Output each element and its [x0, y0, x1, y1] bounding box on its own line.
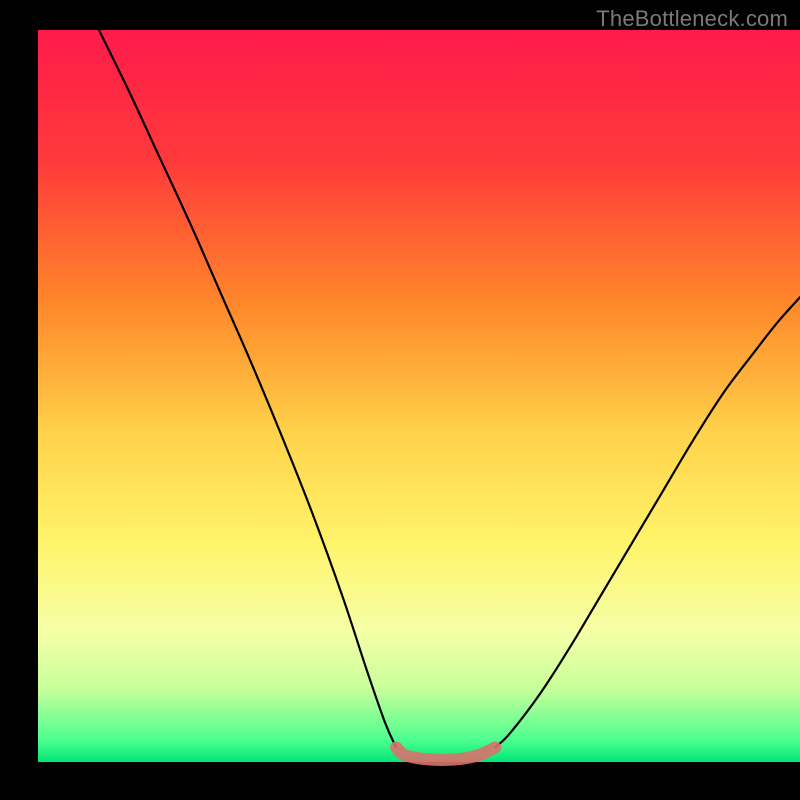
watermark-text: TheBottleneck.com	[596, 6, 788, 32]
bottleneck-chart	[0, 0, 800, 800]
chart-container: TheBottleneck.com	[0, 0, 800, 800]
